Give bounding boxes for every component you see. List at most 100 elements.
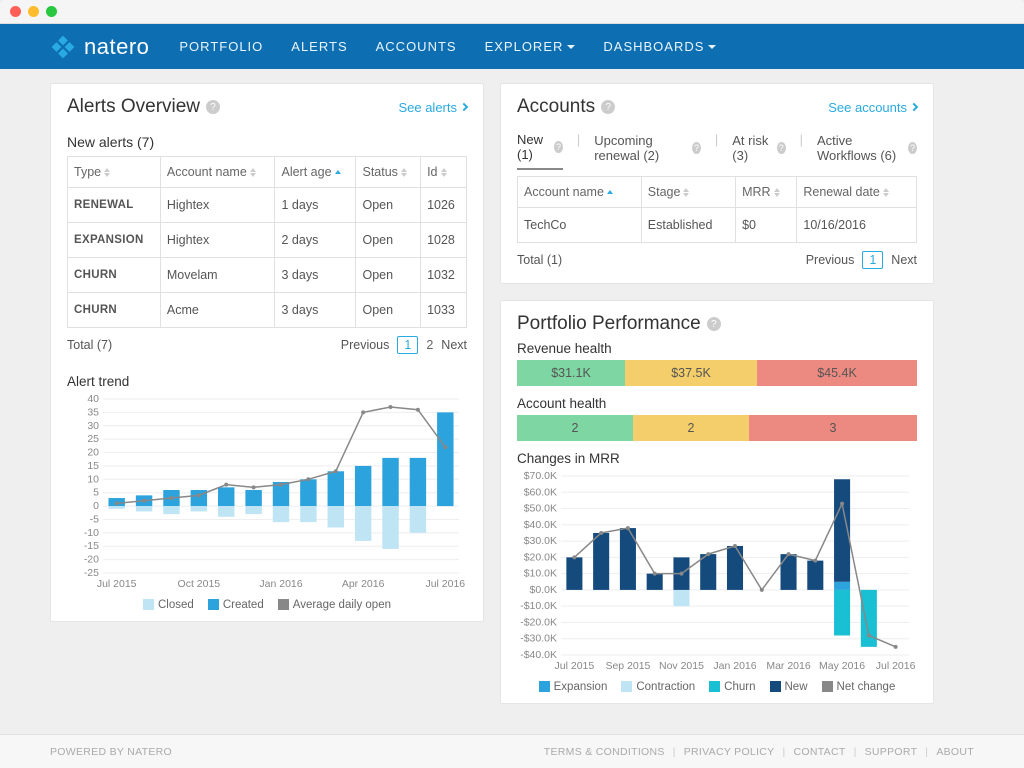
svg-text:Mar 2016: Mar 2016 xyxy=(766,660,811,672)
topnav: natero PORTFOLIO ALERTS ACCOUNTS EXPLORE… xyxy=(0,24,1024,69)
mrr-legend: Expansion Contraction Churn New Net chan… xyxy=(517,681,917,693)
nav-accounts[interactable]: ACCOUNTS xyxy=(376,39,457,54)
svg-text:0: 0 xyxy=(93,500,99,512)
svg-text:Jul 2015: Jul 2015 xyxy=(97,578,137,590)
svg-text:-$10.0K: -$10.0K xyxy=(520,600,557,612)
table-row[interactable]: TechCoEstablished$010/16/2016 xyxy=(518,208,917,243)
alerts-next[interactable]: Next xyxy=(441,338,467,352)
help-icon: ? xyxy=(908,142,917,154)
nav-explorer[interactable]: EXPLORER xyxy=(485,39,576,54)
tab-upcoming[interactable]: Upcoming renewal (2)? xyxy=(594,132,701,170)
alert-trend-legend: Closed Created Average daily open xyxy=(67,599,467,611)
mrr-chart-title: Changes in MRR xyxy=(517,451,917,466)
chevron-right-icon xyxy=(910,103,918,111)
table-row[interactable]: CHURNMovelam3 daysOpen1032 xyxy=(68,258,467,293)
svg-text:-$20.0K: -$20.0K xyxy=(520,616,557,628)
svg-text:10: 10 xyxy=(87,473,99,485)
svg-text:5: 5 xyxy=(93,487,99,499)
col-status[interactable]: Status xyxy=(356,157,421,188)
svg-text:30: 30 xyxy=(87,420,99,432)
alerts-overview-panel: Alerts Overview? See alerts New alerts (… xyxy=(50,83,484,622)
col-id[interactable]: Id xyxy=(421,157,467,188)
alerts-page-1[interactable]: 1 xyxy=(397,336,418,354)
see-alerts-link[interactable]: See alerts xyxy=(398,100,467,115)
portfolio-performance-panel: Portfolio Performance? Revenue health $3… xyxy=(500,300,934,704)
svg-text:20: 20 xyxy=(87,447,99,459)
footer-contact[interactable]: CONTACT xyxy=(794,746,846,758)
help-icon: ? xyxy=(777,142,786,154)
svg-text:$40.0K: $40.0K xyxy=(524,519,557,531)
alerts-page-2[interactable]: 2 xyxy=(426,338,433,352)
see-accounts-link[interactable]: See accounts xyxy=(828,100,917,115)
svg-text:Apr 2016: Apr 2016 xyxy=(342,578,385,590)
tab-atrisk[interactable]: At risk (3)? xyxy=(732,132,785,170)
svg-text:Jul 2015: Jul 2015 xyxy=(555,660,595,672)
accounts-prev[interactable]: Previous xyxy=(806,253,855,267)
accounts-tabs: New (1)? | Upcoming renewal (2)? | At ri… xyxy=(501,124,933,170)
revenue-red[interactable]: $45.4K xyxy=(757,360,917,386)
nav-portfolio[interactable]: PORTFOLIO xyxy=(179,39,263,54)
accounts-panel-title: Accounts? xyxy=(517,96,615,118)
account-red[interactable]: 3 xyxy=(749,415,917,441)
brand-logo[interactable]: natero xyxy=(50,34,149,60)
help-icon[interactable]: ? xyxy=(601,100,615,114)
svg-text:$20.0K: $20.0K xyxy=(524,551,557,563)
new-alerts-heading: New alerts (7) xyxy=(51,124,483,156)
alerts-panel-title: Alerts Overview? xyxy=(67,96,220,118)
minimize-window-icon[interactable] xyxy=(28,6,39,17)
account-green[interactable]: 2 xyxy=(517,415,633,441)
revenue-health-label: Revenue health xyxy=(517,341,917,356)
svg-text:Jul 2016: Jul 2016 xyxy=(876,660,916,672)
col-mrr[interactable]: MRR xyxy=(736,177,797,208)
mrr-chart: -$40.0K-$30.0K-$20.0K-$10.0K$0.0K$10.0K$… xyxy=(517,470,917,675)
brand-name: natero xyxy=(84,34,149,60)
col-account[interactable]: Account name xyxy=(518,177,642,208)
zoom-window-icon[interactable] xyxy=(46,6,57,17)
col-renewal[interactable]: Renewal date xyxy=(797,177,917,208)
revenue-yellow[interactable]: $37.5K xyxy=(625,360,757,386)
revenue-green[interactable]: $31.1K xyxy=(517,360,625,386)
col-age[interactable]: Alert age xyxy=(275,157,356,188)
table-row[interactable]: CHURNAcme3 daysOpen1033 xyxy=(68,293,467,328)
nav-alerts[interactable]: ALERTS xyxy=(291,39,347,54)
footer-support[interactable]: SUPPORT xyxy=(865,746,918,758)
col-account[interactable]: Account name xyxy=(160,157,275,188)
svg-text:Sep 2015: Sep 2015 xyxy=(605,660,650,672)
tab-workflows[interactable]: Active Workflows (6)? xyxy=(817,132,917,170)
close-window-icon[interactable] xyxy=(10,6,21,17)
alerts-total: Total (7) xyxy=(67,338,112,352)
account-health-label: Account health xyxy=(517,396,917,411)
svg-text:40: 40 xyxy=(87,393,99,405)
alerts-prev[interactable]: Previous xyxy=(341,338,390,352)
accounts-total: Total (1) xyxy=(517,253,562,267)
chevron-right-icon xyxy=(460,103,468,111)
chevron-down-icon xyxy=(708,45,716,49)
account-yellow[interactable]: 2 xyxy=(633,415,749,441)
footer-terms[interactable]: TERMS & CONDITIONS xyxy=(544,746,665,758)
svg-text:25: 25 xyxy=(87,433,99,445)
accounts-next[interactable]: Next xyxy=(891,253,917,267)
footer: POWERED BY NATERO TERMS & CONDITIONS| PR… xyxy=(0,734,1024,768)
tab-new[interactable]: New (1)? xyxy=(517,132,563,170)
nav-dashboards[interactable]: DASHBOARDS xyxy=(603,39,716,54)
col-type[interactable]: Type xyxy=(68,157,161,188)
svg-text:-15: -15 xyxy=(84,540,99,552)
alert-trend-title: Alert trend xyxy=(67,374,467,389)
footer-privacy[interactable]: PRIVACY POLICY xyxy=(684,746,775,758)
help-icon[interactable]: ? xyxy=(707,317,721,331)
footer-about[interactable]: ABOUT xyxy=(936,746,974,758)
accounts-page-1[interactable]: 1 xyxy=(862,251,883,269)
svg-text:Jul 2016: Jul 2016 xyxy=(425,578,465,590)
table-row[interactable]: RENEWALHightex1 daysOpen1026 xyxy=(68,188,467,223)
svg-text:-20: -20 xyxy=(84,554,99,566)
alerts-table: Type Account name Alert age Status Id RE… xyxy=(67,156,467,328)
help-icon: ? xyxy=(554,141,563,153)
svg-text:Jan 2016: Jan 2016 xyxy=(259,578,302,590)
svg-text:35: 35 xyxy=(87,406,99,418)
col-stage[interactable]: Stage xyxy=(641,177,735,208)
svg-text:$0.0K: $0.0K xyxy=(530,584,557,596)
portfolio-panel-title: Portfolio Performance? xyxy=(517,313,721,335)
table-row[interactable]: EXPANSIONHightex2 daysOpen1028 xyxy=(68,223,467,258)
svg-text:Jan 2016: Jan 2016 xyxy=(713,660,756,672)
help-icon[interactable]: ? xyxy=(206,100,220,114)
